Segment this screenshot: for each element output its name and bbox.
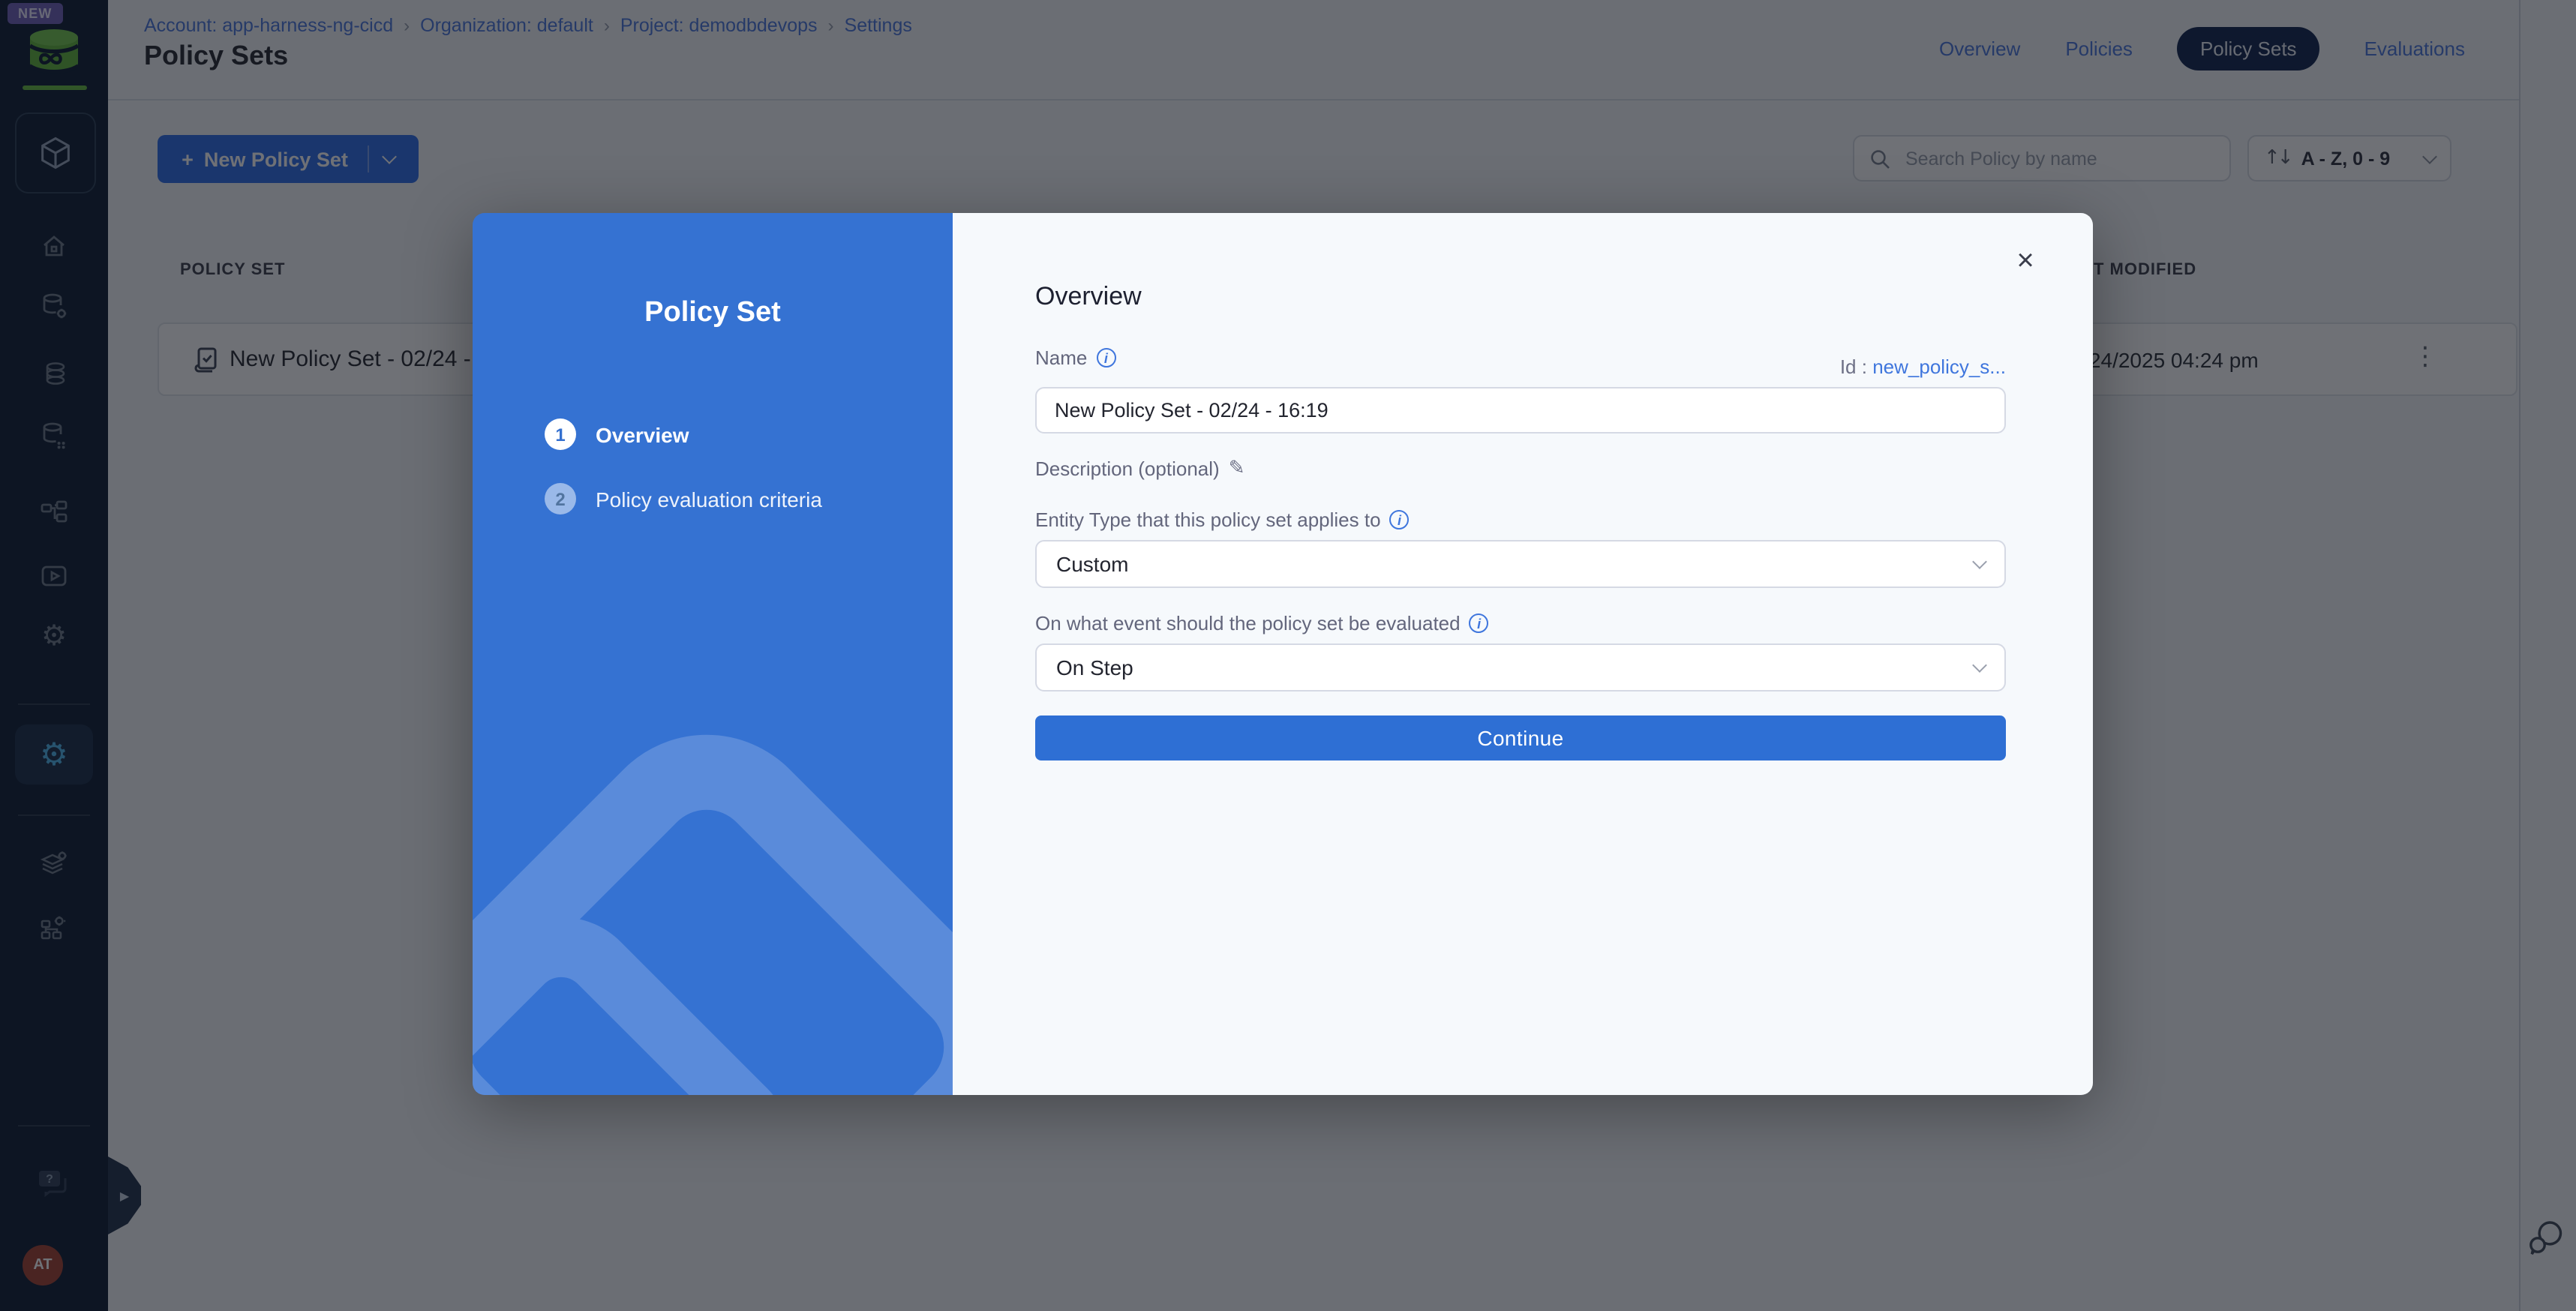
policy-sets-page: Account: app-harness-ng-cicd › Organizat… — [0, 0, 2576, 1311]
description-label-text: Description (optional) — [1035, 458, 1220, 480]
entity-type-label-text: Entity Type that this policy set applies… — [1035, 508, 1381, 531]
watermark-links — [473, 213, 953, 1095]
event-select[interactable]: On Step — [1035, 644, 2006, 692]
name-input[interactable] — [1035, 387, 2006, 434]
chevron-down-icon — [1972, 554, 1987, 569]
event-value: On Step — [1056, 656, 1133, 680]
event-label-text: On what event should the policy set be e… — [1035, 612, 1461, 634]
step-number: 2 — [545, 483, 576, 514]
entity-type-value: Custom — [1056, 552, 1128, 576]
step-label: Overview — [596, 422, 689, 446]
wizard-step-overview[interactable]: 1 Overview — [545, 418, 689, 450]
step-number: 1 — [545, 418, 576, 450]
description-label: Description (optional) ✎ — [1035, 458, 1245, 480]
entity-type-select[interactable]: Custom — [1035, 540, 2006, 588]
continue-button[interactable]: Continue — [1035, 716, 2006, 760]
wizard-content-panel: × Overview Name i Id : new_policy_s... D… — [953, 213, 2093, 1095]
info-icon[interactable]: i — [1390, 510, 1410, 530]
edit-pencil-icon[interactable]: ✎ — [1229, 458, 1245, 480]
entity-type-label: Entity Type that this policy set applies… — [1035, 508, 1410, 531]
wizard-step-policy-evaluation-criteria[interactable]: 2 Policy evaluation criteria — [545, 483, 822, 514]
event-label: On what event should the policy set be e… — [1035, 612, 1489, 634]
policy-set-wizard-modal: Policy Set 1 Overview 2 Policy evaluatio… — [473, 213, 2093, 1095]
wizard-nav-panel: Policy Set 1 Overview 2 Policy evaluatio… — [473, 213, 953, 1095]
info-icon[interactable]: i — [1470, 614, 1489, 633]
chevron-down-icon — [1972, 658, 1987, 673]
modal-heading: Overview — [1035, 282, 1142, 312]
close-icon[interactable]: × — [2007, 243, 2043, 279]
wizard-title: Policy Set — [473, 297, 953, 330]
id-prefix: Id : — [1840, 356, 1867, 378]
step-label: Policy evaluation criteria — [596, 487, 822, 511]
id-link[interactable]: new_policy_s... — [1872, 356, 2006, 378]
entity-id: Id : new_policy_s... — [1035, 356, 2006, 378]
